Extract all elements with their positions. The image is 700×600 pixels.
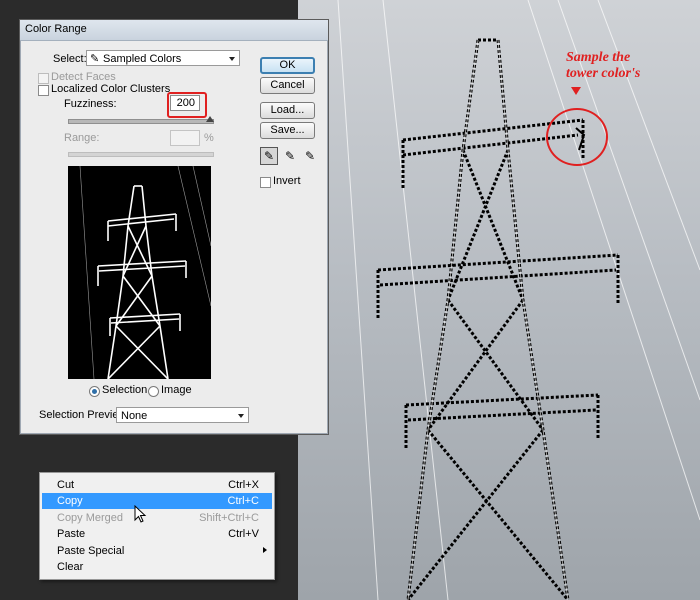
annotation-text: Sample the tower color's <box>566 50 676 82</box>
eyedropper-tool-icon[interactable]: ✎ <box>260 147 278 165</box>
fuzziness-highlight <box>167 92 207 118</box>
context-menu: Cut Ctrl+X Copy Ctrl+C Copy Merged Shift… <box>39 472 275 580</box>
canvas-photo[interactable] <box>298 0 700 600</box>
select-label: Select: <box>53 53 87 65</box>
menu-item-copy[interactable]: Copy Ctrl+C <box>42 493 272 509</box>
selection-radio-label: Selection <box>102 384 148 396</box>
select-dropdown[interactable]: ✎ Sampled Colors <box>86 50 240 66</box>
save-button[interactable]: Save... <box>260 122 315 139</box>
detect-faces-label: Detect Faces <box>51 71 116 83</box>
mouse-cursor-icon <box>134 505 147 523</box>
dialog-titlebar[interactable]: Color Range <box>20 20 328 41</box>
menu-item-cut[interactable]: Cut Ctrl+X <box>42 477 272 493</box>
chevron-down-icon <box>238 414 244 418</box>
eyedropper-icon: ✎ <box>90 53 100 65</box>
select-value: Sampled Colors <box>103 53 182 65</box>
image-radio[interactable] <box>148 386 159 397</box>
range-unit: % <box>204 132 214 144</box>
menu-item-label: Copy <box>57 495 83 507</box>
menu-item-label: Cut <box>57 479 75 491</box>
annotation-arrow-icon <box>571 87 581 95</box>
eyedropper-subtract-icon[interactable]: ✎ <box>301 147 319 165</box>
menu-item-label: Clear <box>57 561 84 573</box>
selection-preview-thumbnail[interactable] <box>68 166 211 379</box>
chevron-right-icon <box>263 547 267 553</box>
annotation-line-2: tower color's <box>566 66 641 81</box>
menu-item-clear[interactable]: Clear <box>42 559 272 575</box>
menu-item-shortcut: Shift+Ctrl+C <box>199 512 259 524</box>
chevron-down-icon <box>229 57 235 61</box>
menu-item-copy-merged[interactable]: Copy Merged Shift+Ctrl+C <box>42 510 272 526</box>
ok-button[interactable]: OK <box>260 57 315 74</box>
eyedropper-add-icon[interactable]: ✎ <box>281 147 299 165</box>
menu-item-shortcut: Ctrl+X <box>228 479 259 491</box>
annotation-circle <box>546 108 608 166</box>
selection-radio[interactable] <box>89 386 100 397</box>
fuzziness-slider-thumb[interactable] <box>206 116 214 122</box>
menu-item-label: Paste Special <box>57 545 125 557</box>
tower-mask-image <box>79 166 211 379</box>
range-label: Range: <box>64 132 100 144</box>
fuzziness-label: Fuzziness: <box>64 98 117 110</box>
menu-item-label: Paste <box>57 528 86 540</box>
menu-item-paste-special[interactable]: Paste Special <box>42 543 272 559</box>
cancel-button[interactable]: Cancel <box>260 77 315 94</box>
localized-clusters-label: Localized Color Clusters <box>51 83 171 95</box>
range-input[interactable] <box>170 130 200 146</box>
selection-preview-value: None <box>121 410 148 422</box>
menu-item-label: Copy Merged <box>57 512 124 524</box>
menu-item-paste[interactable]: Paste Ctrl+V <box>42 526 272 542</box>
color-range-dialog: Color Range Select: ✎ Sampled Colors Det… <box>19 19 329 435</box>
annotation-line-1: Sample the <box>566 50 631 65</box>
menu-item-shortcut: Ctrl+C <box>227 495 259 507</box>
invert-label: Invert <box>273 175 301 187</box>
menu-item-shortcut: Ctrl+V <box>228 528 259 540</box>
fuzziness-slider[interactable] <box>68 119 214 124</box>
localized-clusters-checkbox[interactable] <box>38 85 49 96</box>
range-slider[interactable] <box>68 152 214 157</box>
tower-image <box>337 0 700 600</box>
dialog-title: Color Range <box>25 23 87 35</box>
selection-preview-dropdown[interactable]: None <box>116 407 249 423</box>
invert-checkbox[interactable] <box>260 177 271 188</box>
load-button[interactable]: Load... <box>260 102 315 119</box>
image-radio-label: Image <box>161 384 192 396</box>
detect-faces-checkbox[interactable] <box>38 73 49 84</box>
